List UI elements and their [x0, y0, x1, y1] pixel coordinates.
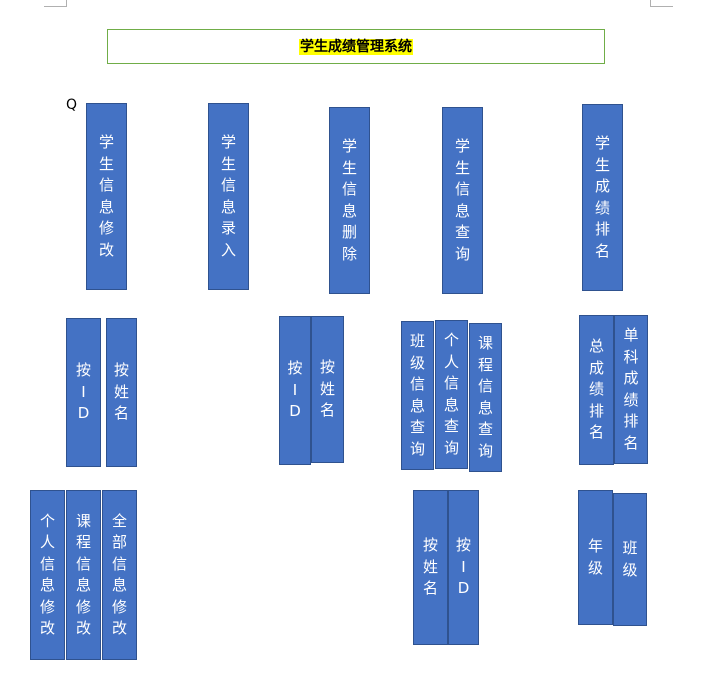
node-rank-single-subject[interactable]: 单科成绩排名 [614, 315, 648, 464]
diagram-title: 学生成绩管理系统 [299, 38, 413, 55]
node-modify-by-name[interactable]: 按姓名 [106, 318, 137, 467]
node-label: 按姓名 [320, 358, 336, 420]
node-label: 学生信息录入 [221, 133, 237, 259]
node-modify-personal-info[interactable]: 个人信息修改 [30, 490, 65, 660]
node-label: 学生信息修改 [99, 133, 115, 259]
node-student-score-ranking[interactable]: 学生成绩排名 [582, 104, 623, 291]
node-modify-all-info[interactable]: 全部信息修改 [102, 490, 137, 660]
node-query-course-info[interactable]: 课程信息查询 [469, 323, 502, 472]
node-student-info-query[interactable]: 学生信息查询 [442, 107, 483, 294]
node-label: 单科成绩排名 [623, 326, 639, 452]
node-label: 课程信息查询 [478, 334, 494, 460]
node-student-info-entry[interactable]: 学生信息录入 [208, 103, 249, 290]
node-rank-class[interactable]: 班级 [613, 493, 647, 626]
node-label: 总成绩排名 [589, 337, 605, 442]
node-label: 按姓名 [114, 361, 130, 423]
node-delete-by-id[interactable]: 按ID [279, 316, 311, 465]
node-label: 按ID [456, 536, 472, 598]
node-label: 课程信息修改 [76, 511, 92, 638]
node-modify-by-id[interactable]: 按ID [66, 318, 101, 467]
node-label: 班级信息查询 [410, 332, 426, 458]
title-box: 学生成绩管理系统 [107, 29, 605, 64]
node-student-info-delete[interactable]: 学生信息删除 [329, 107, 370, 294]
node-label: 学生信息查询 [455, 137, 471, 263]
node-label: 个人信息查询 [444, 331, 460, 457]
node-label: 学生成绩排名 [595, 134, 611, 260]
node-delete-by-name[interactable]: 按姓名 [311, 316, 344, 463]
node-label: 全部信息修改 [112, 511, 128, 638]
node-query-class-info[interactable]: 班级信息查询 [401, 321, 434, 470]
node-label: 年级 [588, 537, 604, 577]
node-label: 按ID [76, 361, 92, 423]
node-label: 个人信息修改 [40, 511, 56, 638]
node-rank-grade[interactable]: 年级 [578, 490, 613, 625]
node-student-info-modify[interactable]: 学生信息修改 [86, 103, 127, 290]
node-label: 班级 [622, 539, 638, 579]
node-label: 按ID [287, 359, 303, 421]
node-query-by-id[interactable]: 按ID [448, 490, 479, 645]
node-modify-course-info[interactable]: 课程信息修改 [66, 490, 101, 660]
node-query-by-name[interactable]: 按姓名 [413, 490, 448, 645]
page-corner-mark-left [44, 0, 67, 7]
cursor-glyph: Q [66, 97, 78, 113]
node-label: 按姓名 [423, 536, 439, 598]
page-corner-mark-right [650, 0, 673, 7]
node-rank-total-score[interactable]: 总成绩排名 [579, 315, 614, 465]
node-label: 学生信息删除 [342, 137, 358, 263]
node-query-personal-info[interactable]: 个人信息查询 [435, 320, 468, 469]
